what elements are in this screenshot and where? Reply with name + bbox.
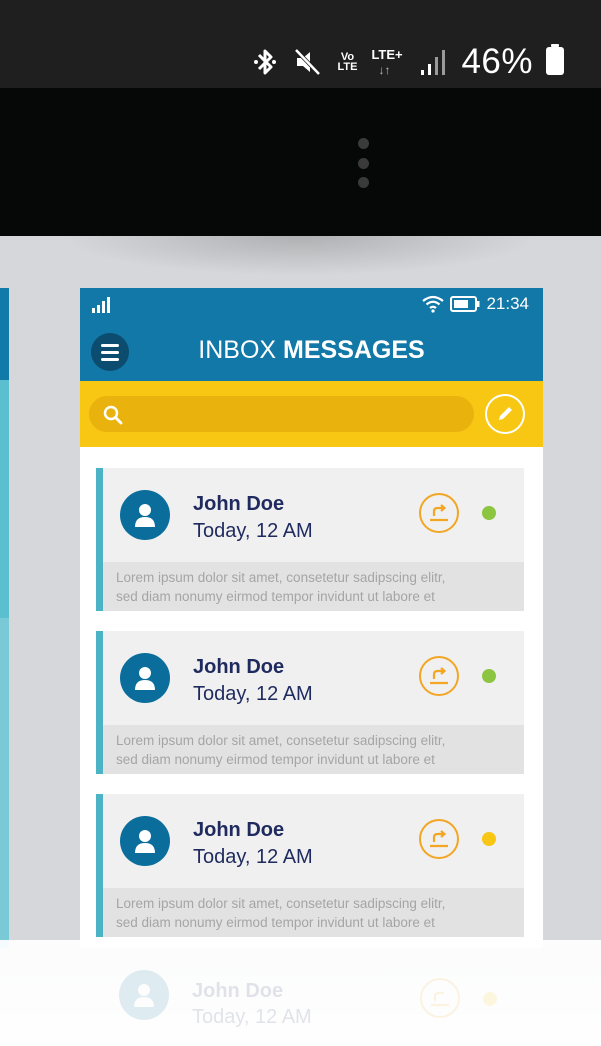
status-dot: [482, 669, 496, 683]
compose-button[interactable]: [485, 394, 525, 434]
preview-line: sed diam nonumy eirmod tempor invidunt u…: [116, 589, 435, 604]
inbox-mockup[interactable]: 21:34 INBOX MESSAGES John Doe Today, 12 …: [80, 288, 543, 948]
sender-name: John Doe: [193, 656, 285, 678]
mockup-time: 21:34: [486, 294, 529, 313]
message-accent-bar: [96, 468, 103, 611]
mockup-status-right: 21:34: [422, 294, 529, 314]
battery-percent: 46%: [461, 42, 533, 81]
reply-icon: [431, 991, 449, 1007]
reply-button[interactable]: [419, 493, 459, 533]
preview-line: Lorem ipsum dolor sit amet, consetetur s…: [116, 733, 446, 748]
reply-icon: [430, 830, 448, 848]
message-accent-bar: [96, 794, 103, 937]
sender-name: John Doe: [193, 493, 285, 515]
mute-icon: [295, 48, 321, 76]
sender-name: John Doe: [193, 819, 285, 841]
reflection: John Doe Today, 12 AM: [80, 940, 543, 1046]
message-header: John Doe Today, 12 AM: [103, 631, 524, 725]
message-header: John Doe Today, 12 AM: [103, 468, 524, 562]
preview-line: sed diam nonumy eirmod tempor invidunt u…: [116, 752, 435, 767]
pencil-icon: [499, 407, 512, 420]
message-accent-bar: [96, 631, 103, 774]
signal-icon: [421, 50, 446, 75]
status-dot: [483, 992, 497, 1006]
search-icon: [103, 405, 123, 425]
signal-icon: [92, 297, 110, 313]
app-toolbar: [0, 88, 601, 236]
user-icon: [135, 504, 155, 527]
message-preview: Lorem ipsum dolor sit amet, consetetur s…: [103, 888, 524, 937]
message-preview: Lorem ipsum dolor sit amet, consetetur s…: [103, 725, 524, 774]
volte-bottom-text: LTE: [337, 61, 358, 73]
user-icon: [135, 830, 155, 853]
message-list: John Doe Today, 12 AM Lorem ipsum dolor …: [80, 447, 543, 948]
battery-icon: [450, 296, 480, 312]
volte-icon: Vo LTE: [337, 52, 358, 73]
page-title: INBOX MESSAGES: [80, 336, 543, 365]
reply-icon: [430, 667, 448, 685]
user-icon: [135, 667, 155, 690]
mockup-status-bar: 21:34: [80, 288, 543, 322]
phone-status-bar: Vo LTE LTE+ ↓↑ 46%: [0, 0, 601, 88]
title-light: INBOX: [198, 336, 284, 364]
reply-icon: [430, 504, 448, 522]
message-time: Today, 12 AM: [192, 1006, 312, 1028]
kebab-dot: [357, 177, 369, 188]
reply-button[interactable]: [419, 656, 459, 696]
bottom-fade-overlay: John Doe Today, 12 AM: [0, 940, 601, 1046]
mockup-header: 21:34 INBOX MESSAGES: [80, 288, 543, 381]
avatar: [120, 653, 170, 703]
message-time: Today, 12 AM: [193, 683, 313, 705]
list-item[interactable]: John Doe Today, 12 AM Lorem ipsum dolor …: [96, 794, 524, 937]
avatar: [119, 970, 169, 1020]
avatar: [120, 490, 170, 540]
left-card-edge-middle: [0, 380, 9, 618]
battery-icon: [546, 44, 564, 75]
kebab-dot: [357, 157, 369, 169]
lte-icon: LTE+ ↓↑: [371, 45, 405, 79]
list-item[interactable]: John Doe Today, 12 AM Lorem ipsum dolor …: [96, 468, 524, 611]
preview-line: sed diam nonumy eirmod tempor invidunt u…: [116, 915, 435, 930]
wifi-icon: [422, 295, 445, 313]
search-bar: [80, 381, 543, 447]
left-card-edge-top: [0, 288, 9, 380]
status-dot: [482, 832, 496, 846]
avatar: [120, 816, 170, 866]
toolbar-shadow: [60, 236, 540, 276]
user-icon: [134, 984, 154, 1007]
status-icons: Vo LTE LTE+ ↓↑ 46%: [251, 38, 539, 86]
lte-arrows: ↓↑: [378, 63, 391, 77]
message-time: Today, 12 AM: [193, 846, 313, 868]
message-preview: Lorem ipsum dolor sit amet, consetetur s…: [103, 562, 524, 611]
preview-line: Lorem ipsum dolor sit amet, consetetur s…: [116, 896, 446, 911]
message-header: John Doe Today, 12 AM: [103, 794, 524, 888]
title-bold: MESSAGES: [283, 336, 425, 364]
bluetooth-icon: [254, 49, 277, 75]
left-card-edge-bottom: [0, 618, 9, 948]
sender-name: John Doe: [192, 980, 284, 1002]
kebab-dot: [357, 138, 369, 149]
search-input[interactable]: [89, 396, 474, 432]
message-time: Today, 12 AM: [193, 520, 313, 542]
reply-button[interactable]: [419, 819, 459, 859]
preview-line: Lorem ipsum dolor sit amet, consetetur s…: [116, 570, 446, 585]
reply-button: [420, 978, 460, 1018]
status-dot: [482, 506, 496, 520]
lte-text: LTE+: [371, 47, 403, 62]
more-vert-icon[interactable]: [355, 138, 371, 188]
list-item[interactable]: John Doe Today, 12 AM Lorem ipsum dolor …: [96, 631, 524, 774]
